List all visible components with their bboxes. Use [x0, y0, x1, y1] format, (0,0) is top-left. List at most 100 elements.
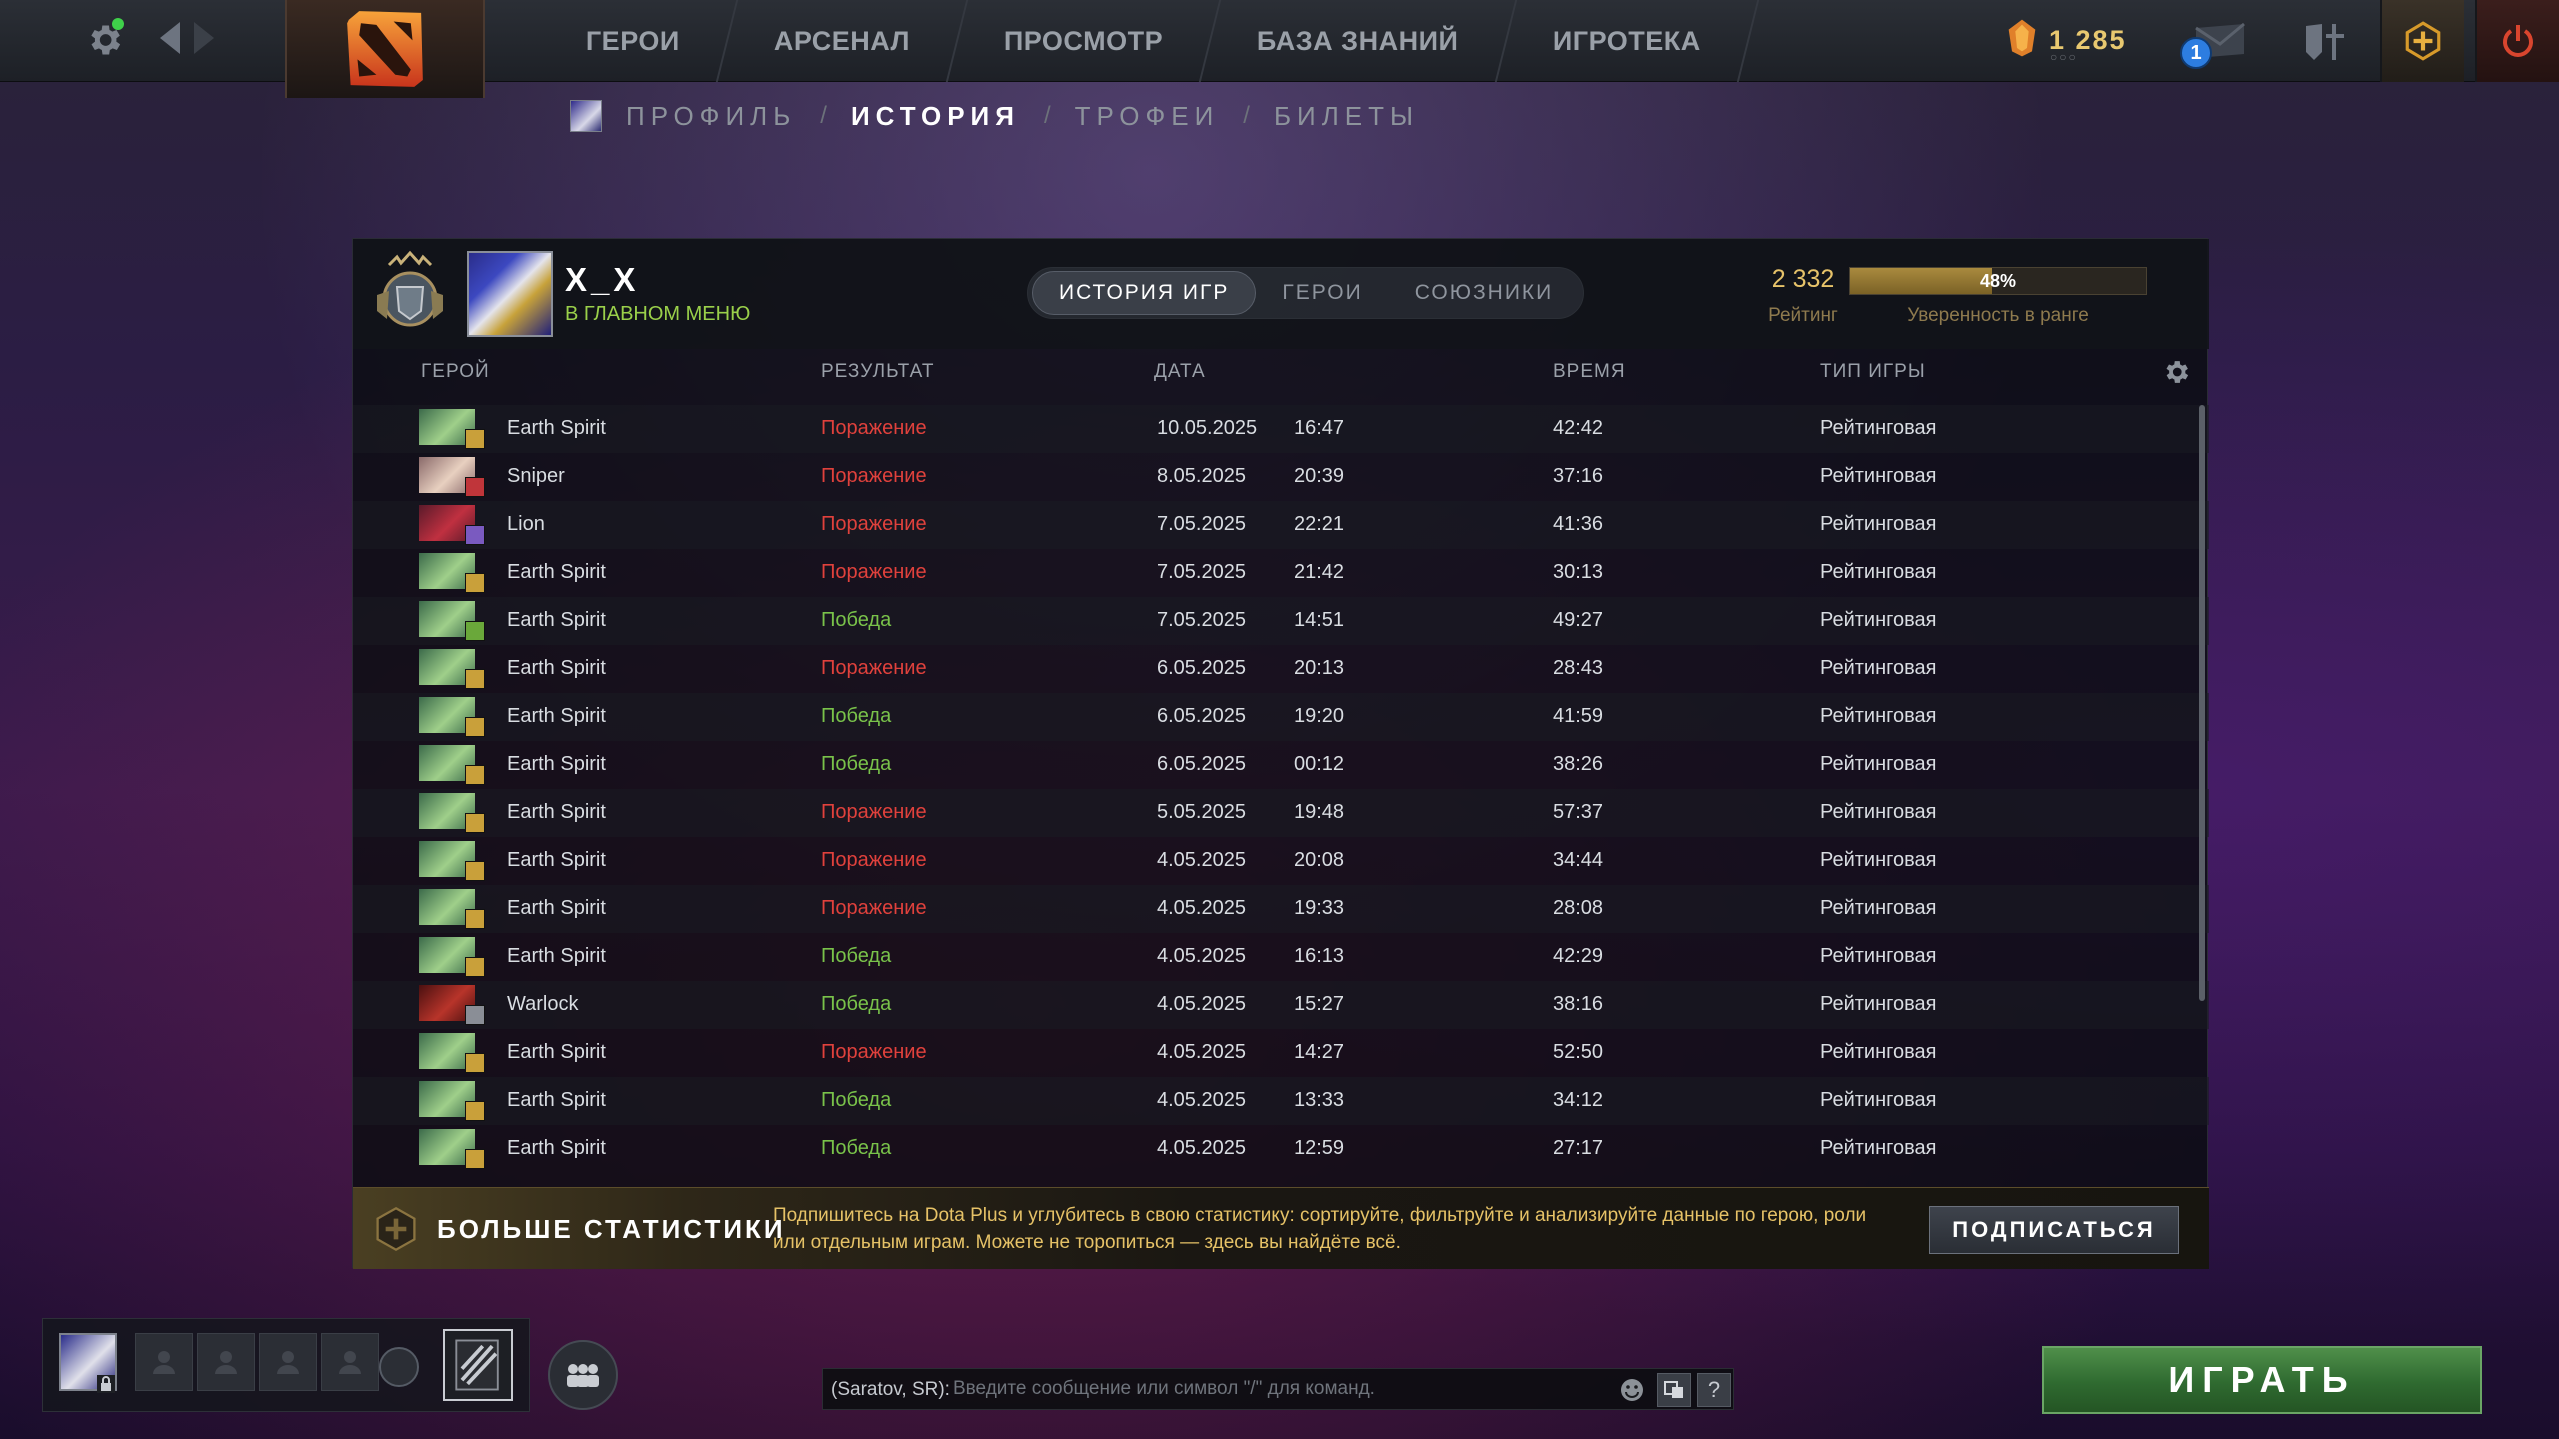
exit-button[interactable] — [2475, 0, 2559, 82]
match-date: 6.05.2025 — [1157, 753, 1246, 775]
party-slot-empty[interactable] — [197, 1333, 255, 1391]
match-row[interactable]: Earth Spirit Победа 7.05.2025 14:51 49:27 Рей… — [353, 597, 2209, 645]
chat-translate-button[interactable] — [1657, 1373, 1691, 1407]
match-time: 20:39 — [1294, 465, 1345, 487]
match-duration: 27:17 — [1553, 1137, 1604, 1159]
main-nav: ГЕРОИ АРСЕНАЛ ПРОСМОТР БАЗА ЗНАНИЙ ИГРОТ… — [529, 0, 1759, 82]
hero-name: Earth Spirit — [507, 1041, 606, 1063]
hero-name: Earth Spirit — [507, 657, 606, 679]
match-row[interactable]: Earth Spirit Поражение 10.05.2025 16:47 42:4… — [353, 405, 2209, 453]
column-header-duration[interactable]: ВРЕМЯ — [1553, 361, 1626, 383]
tab-match-history[interactable]: ИСТОРИЯ ИГР — [1032, 271, 1257, 315]
hero-portrait-icon — [419, 985, 485, 1025]
match-result: Победа — [821, 609, 892, 631]
hero-portrait-icon — [419, 601, 485, 641]
match-row[interactable]: Earth Spirit Победа 4.05.2025 13:33 34:12 Рей… — [353, 1077, 2209, 1125]
nav-heroes[interactable]: ГЕРОИ — [529, 0, 739, 82]
role-badge-icon — [465, 957, 485, 977]
match-row[interactable]: Earth Spirit Победа 4.05.2025 12:59 27:17 Рей… — [353, 1125, 2209, 1173]
match-date: 7.05.2025 — [1157, 561, 1246, 583]
party-slot-empty[interactable] — [321, 1333, 379, 1391]
match-row[interactable]: Sniper Поражение 8.05.2025 20:39 37:16 Рейтин… — [353, 453, 2209, 501]
match-duration: 28:43 — [1553, 657, 1604, 679]
match-history-panel: X_X В ГЛАВНОМ МЕНЮ ИСТОРИЯ ИГР ГЕРОИ СОЮ… — [352, 238, 2209, 1269]
column-header-hero[interactable]: ГЕРОЙ — [421, 361, 490, 383]
match-result: Поражение — [821, 897, 927, 919]
dota-logo-button[interactable] — [285, 0, 485, 98]
hero-name: Lion — [507, 513, 545, 535]
column-header-date[interactable]: ДАТА — [1154, 361, 1206, 383]
tab-allies[interactable]: СОЮЗНИКИ — [1389, 271, 1580, 315]
match-type: Рейтинговая — [1820, 465, 1937, 487]
match-row[interactable]: Earth Spirit Победа 6.05.2025 00:12 38:26 Рей… — [353, 741, 2209, 789]
voice-chat-icon[interactable] — [379, 1347, 419, 1387]
armory-shield-icon[interactable] — [2298, 14, 2354, 70]
match-date: 4.05.2025 — [1157, 849, 1246, 871]
column-header-game-type[interactable]: ТИП ИГРЫ — [1820, 361, 1926, 383]
tab-heroes[interactable]: ГЕРОИ — [1256, 271, 1388, 315]
match-type: Рейтинговая — [1820, 417, 1937, 439]
breadcrumb-history[interactable]: ИСТОРИЯ — [851, 101, 1020, 132]
match-type: Рейтинговая — [1820, 1041, 1937, 1063]
match-type: Рейтинговая — [1820, 609, 1937, 631]
hero-name: Earth Spirit — [507, 705, 606, 727]
match-row[interactable]: Earth Spirit Поражение 6.05.2025 20:13 28:43… — [353, 645, 2209, 693]
guild-banner-icon[interactable] — [443, 1329, 513, 1401]
match-row[interactable]: Earth Spirit Победа 6.05.2025 19:20 41:59 Рей… — [353, 693, 2209, 741]
match-row[interactable]: Earth Spirit Поражение 4.05.2025 19:33 28:08… — [353, 885, 2209, 933]
match-date: 7.05.2025 — [1157, 609, 1246, 631]
match-duration: 49:27 — [1553, 609, 1604, 631]
breadcrumb-separator: / — [1243, 102, 1250, 129]
match-row[interactable]: Lion Поражение 7.05.2025 22:21 41:36 Рейтинго… — [353, 501, 2209, 549]
nav-knowledge-base[interactable]: БАЗА ЗНАНИЙ — [1200, 0, 1517, 82]
match-time: 21:42 — [1294, 561, 1345, 583]
rank-confidence-bar: 48% — [1849, 267, 2147, 295]
chat-input[interactable] — [953, 1373, 1613, 1405]
party-slot-empty[interactable] — [135, 1333, 193, 1391]
match-type: Рейтинговая — [1820, 897, 1937, 919]
party-slot-empty[interactable] — [259, 1333, 317, 1391]
role-badge-icon — [465, 909, 485, 929]
nav-armory[interactable]: АРСЕНАЛ — [717, 0, 969, 82]
match-row[interactable]: Earth Spirit Поражение 5.05.2025 19:48 57:37… — [353, 789, 2209, 837]
role-badge-icon — [465, 573, 485, 593]
lock-icon — [97, 1375, 115, 1393]
dota-plus-button[interactable] — [2380, 0, 2464, 82]
match-duration: 41:59 — [1553, 705, 1604, 727]
translate-icon — [1664, 1381, 1683, 1398]
column-header-result[interactable]: РЕЗУЛЬТАТ — [821, 361, 934, 383]
match-row[interactable]: Earth Spirit Поражение 7.05.2025 21:42 30:13… — [353, 549, 2209, 597]
hero-name: Earth Spirit — [507, 897, 606, 919]
match-row[interactable]: Earth Spirit Победа 4.05.2025 16:13 42:29 Рей… — [353, 933, 2209, 981]
match-time: 13:33 — [1294, 1089, 1345, 1111]
breadcrumb-profile[interactable]: ПРОФИЛЬ — [626, 101, 796, 132]
match-list-scrollbar[interactable] — [2199, 405, 2205, 1001]
nav-arcade[interactable]: ИГРОТЕКА — [1496, 0, 1759, 82]
back-arrow-icon[interactable] — [160, 22, 180, 54]
rank-medal-icon[interactable] — [371, 249, 449, 339]
emoji-icon[interactable] — [1619, 1377, 1645, 1403]
chat-help-button[interactable]: ? — [1697, 1373, 1731, 1407]
match-row[interactable]: Earth Spirit Поражение 4.05.2025 20:08 34:44… — [353, 837, 2209, 885]
match-result: Поражение — [821, 561, 927, 583]
table-settings-gear-icon[interactable] — [2161, 357, 2191, 387]
forward-arrow-icon[interactable] — [194, 22, 214, 54]
match-duration: 34:12 — [1553, 1089, 1604, 1111]
match-date: 8.05.2025 — [1157, 465, 1246, 487]
subscribe-button[interactable]: ПОДПИСАТЬСЯ — [1929, 1206, 2179, 1254]
match-type: Рейтинговая — [1820, 657, 1937, 679]
match-duration: 42:29 — [1553, 945, 1604, 967]
match-duration: 42:42 — [1553, 417, 1604, 439]
breadcrumb-tickets[interactable]: БИЛЕТЫ — [1274, 101, 1419, 132]
hero-portrait-icon — [419, 553, 485, 593]
breadcrumb-trophies[interactable]: ТРОФЕИ — [1075, 101, 1220, 132]
match-row[interactable]: Warlock Победа 4.05.2025 15:27 38:16 Рейтинго… — [353, 981, 2209, 1029]
match-row[interactable]: Earth Spirit Поражение 4.05.2025 14:27 52:50… — [353, 1029, 2209, 1077]
match-result: Победа — [821, 705, 892, 727]
play-button[interactable]: ИГРАТЬ — [2042, 1346, 2482, 1414]
dota-plus-hex-icon — [376, 1206, 416, 1252]
profile-avatar[interactable] — [467, 251, 553, 337]
nav-watch[interactable]: ПРОСМОТР — [947, 0, 1222, 82]
chat-channels-button[interactable] — [548, 1340, 618, 1410]
history-nav — [160, 22, 214, 54]
